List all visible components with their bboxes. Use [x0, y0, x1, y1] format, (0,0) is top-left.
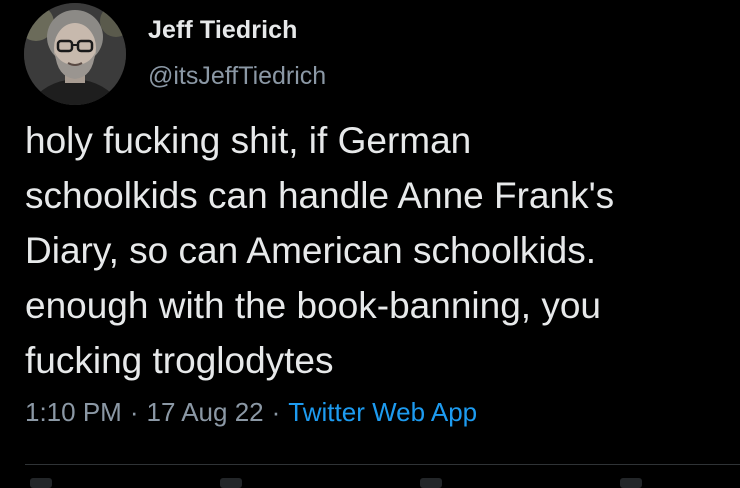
tweet-metadata: 1:10 PM · 17 Aug 22 · Twitter Web App	[25, 397, 477, 428]
share-icon[interactable]	[620, 478, 642, 488]
retweet-icon[interactable]	[220, 478, 242, 488]
tweet-time[interactable]: 1:10 PM	[25, 397, 122, 427]
avatar[interactable]	[24, 3, 126, 105]
like-icon[interactable]	[420, 478, 442, 488]
tweet-text: holy fucking shit, if German schoolkids …	[25, 120, 615, 381]
author-display-name[interactable]: Jeff Tiedrich	[148, 16, 298, 45]
tweet-source-link[interactable]: Twitter Web App	[288, 397, 477, 427]
profile-photo-icon	[24, 3, 126, 105]
meta-separator: ·	[271, 397, 281, 427]
reply-icon[interactable]	[30, 478, 52, 488]
divider	[25, 464, 740, 465]
tweet-date[interactable]: 17 Aug 22	[147, 397, 264, 427]
meta-separator: ·	[129, 397, 139, 427]
author-handle[interactable]: @itsJeffTiedrich	[148, 62, 326, 91]
tweet-card: Jeff Tiedrich @itsJeffTiedrich holy fuck…	[0, 0, 740, 488]
